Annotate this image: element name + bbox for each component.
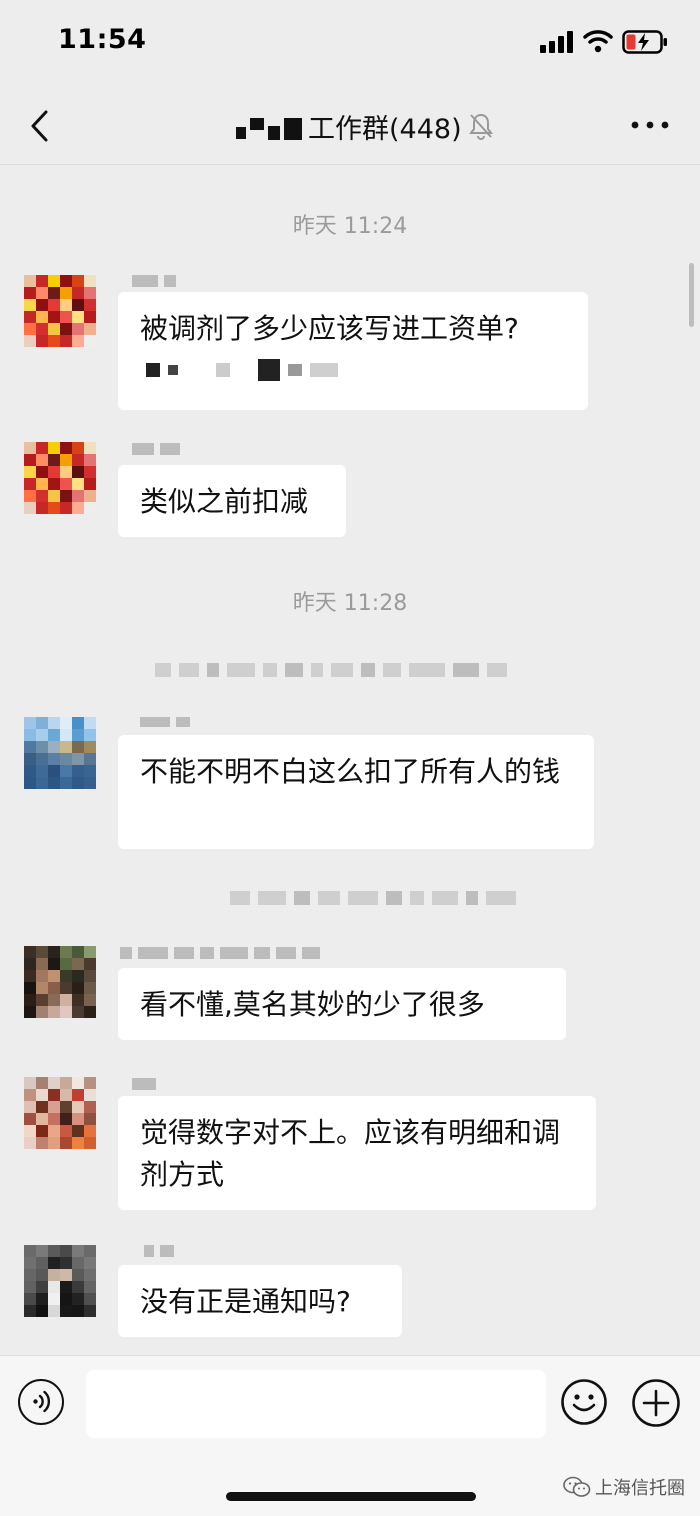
redacted-text xyxy=(140,350,566,390)
chat-title-area[interactable]: 工作群(448) xyxy=(236,104,494,148)
redacted-group-name xyxy=(236,112,302,140)
message-bubble[interactable]: 觉得数字对不上。应该有明细和调剂方式 xyxy=(118,1096,596,1210)
message-text: 被调剂了多少应该写进工资单? xyxy=(140,312,519,345)
message-text: 没有正是通知吗? xyxy=(140,1285,351,1318)
wifi-icon xyxy=(583,30,613,53)
more-icon[interactable] xyxy=(630,120,670,130)
wechat-logo-icon xyxy=(563,1476,591,1497)
emoji-icon[interactable] xyxy=(560,1378,608,1426)
avatar[interactable] xyxy=(24,275,96,347)
message-text: 觉得数字对不上。应该有明细和调剂方式 xyxy=(140,1116,561,1191)
watermark-text: 上海信托圈 xyxy=(595,1478,685,1499)
system-notice-redacted xyxy=(155,660,507,680)
avatar[interactable] xyxy=(24,1077,96,1149)
message-bubble[interactable]: 看不懂,莫名其妙的少了很多 xyxy=(118,968,566,1040)
avatar[interactable] xyxy=(24,946,96,1018)
status-bar: 11:54 xyxy=(0,0,700,90)
message-bubble[interactable]: 被调剂了多少应该写进工资单? xyxy=(118,292,588,410)
voice-button[interactable] xyxy=(18,1379,64,1425)
sender-name-redacted xyxy=(144,1245,174,1257)
avatar[interactable] xyxy=(24,1245,96,1317)
watermark: 上海信托圈 xyxy=(563,1474,685,1500)
timestamp: 昨天 11:28 xyxy=(292,591,408,616)
message-input[interactable] xyxy=(86,1370,546,1438)
status-time: 11:54 xyxy=(58,24,147,55)
sender-name-redacted xyxy=(120,947,320,959)
message-bubble[interactable]: 不能不明不白这么扣了所有人的钱 xyxy=(118,735,594,849)
voice-icon xyxy=(33,1390,51,1413)
message-text: 看不懂,莫名其妙的少了很多 xyxy=(140,988,485,1021)
avatar[interactable] xyxy=(24,442,96,514)
chat-title: 工作群(448) xyxy=(308,113,462,145)
message-text: 不能不明不白这么扣了所有人的钱 xyxy=(140,755,561,788)
sender-name-redacted xyxy=(132,275,176,287)
home-indicator xyxy=(226,1492,476,1501)
plus-icon[interactable] xyxy=(631,1378,681,1428)
message-bubble[interactable]: 没有正是通知吗? xyxy=(118,1265,402,1337)
avatar[interactable] xyxy=(24,717,96,789)
nav-bar: 工作群(448) xyxy=(0,90,700,165)
message-text: 类似之前扣减 xyxy=(140,485,309,518)
scrollbar[interactable] xyxy=(689,263,694,327)
message-bubble[interactable]: 类似之前扣减 xyxy=(118,465,346,537)
back-icon[interactable] xyxy=(26,108,56,144)
system-notice-redacted xyxy=(230,888,516,908)
sender-name-redacted xyxy=(140,716,190,728)
sender-name-redacted xyxy=(132,443,180,455)
mute-icon xyxy=(468,113,493,140)
battery-icon xyxy=(622,30,667,54)
timestamp: 昨天 11:24 xyxy=(292,214,408,239)
sender-name-redacted xyxy=(132,1078,156,1090)
signal-icon xyxy=(540,31,573,53)
